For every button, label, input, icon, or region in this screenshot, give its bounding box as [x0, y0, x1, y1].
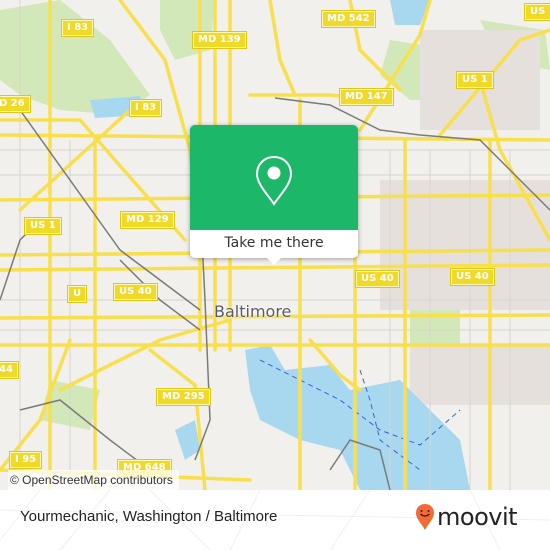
road-shield-us40: US 40 — [356, 271, 399, 287]
map-view[interactable]: I 83 MD 139 MD 542 US 1 D 26 I 83 MD 147… — [0, 0, 550, 490]
map-pin-icon — [255, 155, 293, 206]
road-shield-us40: US 40 — [451, 269, 494, 285]
middle-branch — [175, 420, 200, 460]
road-shield-us40: U — [68, 286, 87, 302]
road-shield-i95: I 95 — [10, 452, 42, 468]
place-name: Yourmechanic, Washington / Baltimore — [20, 508, 278, 525]
moovit-smile-pin-icon — [416, 504, 434, 530]
road-shield-md147: MD 147 — [340, 89, 393, 105]
road-shield-us1: US 1 — [525, 4, 550, 20]
road-shield-144: 44 — [0, 362, 18, 378]
road-shield-us1: US 1 — [457, 72, 493, 88]
moovit-wordmark: moovit — [437, 503, 518, 531]
road-shield-us1: US 1 — [25, 218, 61, 234]
popup-header — [190, 125, 358, 230]
road-shield-md139: MD 139 — [193, 32, 246, 48]
city-label: Baltimore — [214, 302, 292, 321]
road-shield-us40: US 40 — [114, 284, 157, 300]
road-shield-i83: I 83 — [130, 100, 162, 116]
road-shield-md26: D 26 — [0, 96, 30, 112]
footer-bar: Yourmechanic, Washington / Baltimore moo… — [0, 490, 550, 550]
location-popup[interactable]: Take me there — [190, 125, 358, 265]
road-shield-md542: MD 542 — [322, 11, 375, 27]
map-attribution[interactable]: © OpenStreetMap contributors — [8, 470, 179, 490]
park-north — [160, 0, 215, 60]
road-shield-md295: MD 295 — [157, 389, 210, 405]
popup-pointer — [266, 257, 282, 265]
take-me-there-button[interactable]: Take me there — [190, 230, 358, 258]
patterson-park — [410, 305, 460, 345]
road-shield-md129: MD 129 — [121, 212, 174, 228]
road-shield-i83: I 83 — [62, 20, 94, 36]
